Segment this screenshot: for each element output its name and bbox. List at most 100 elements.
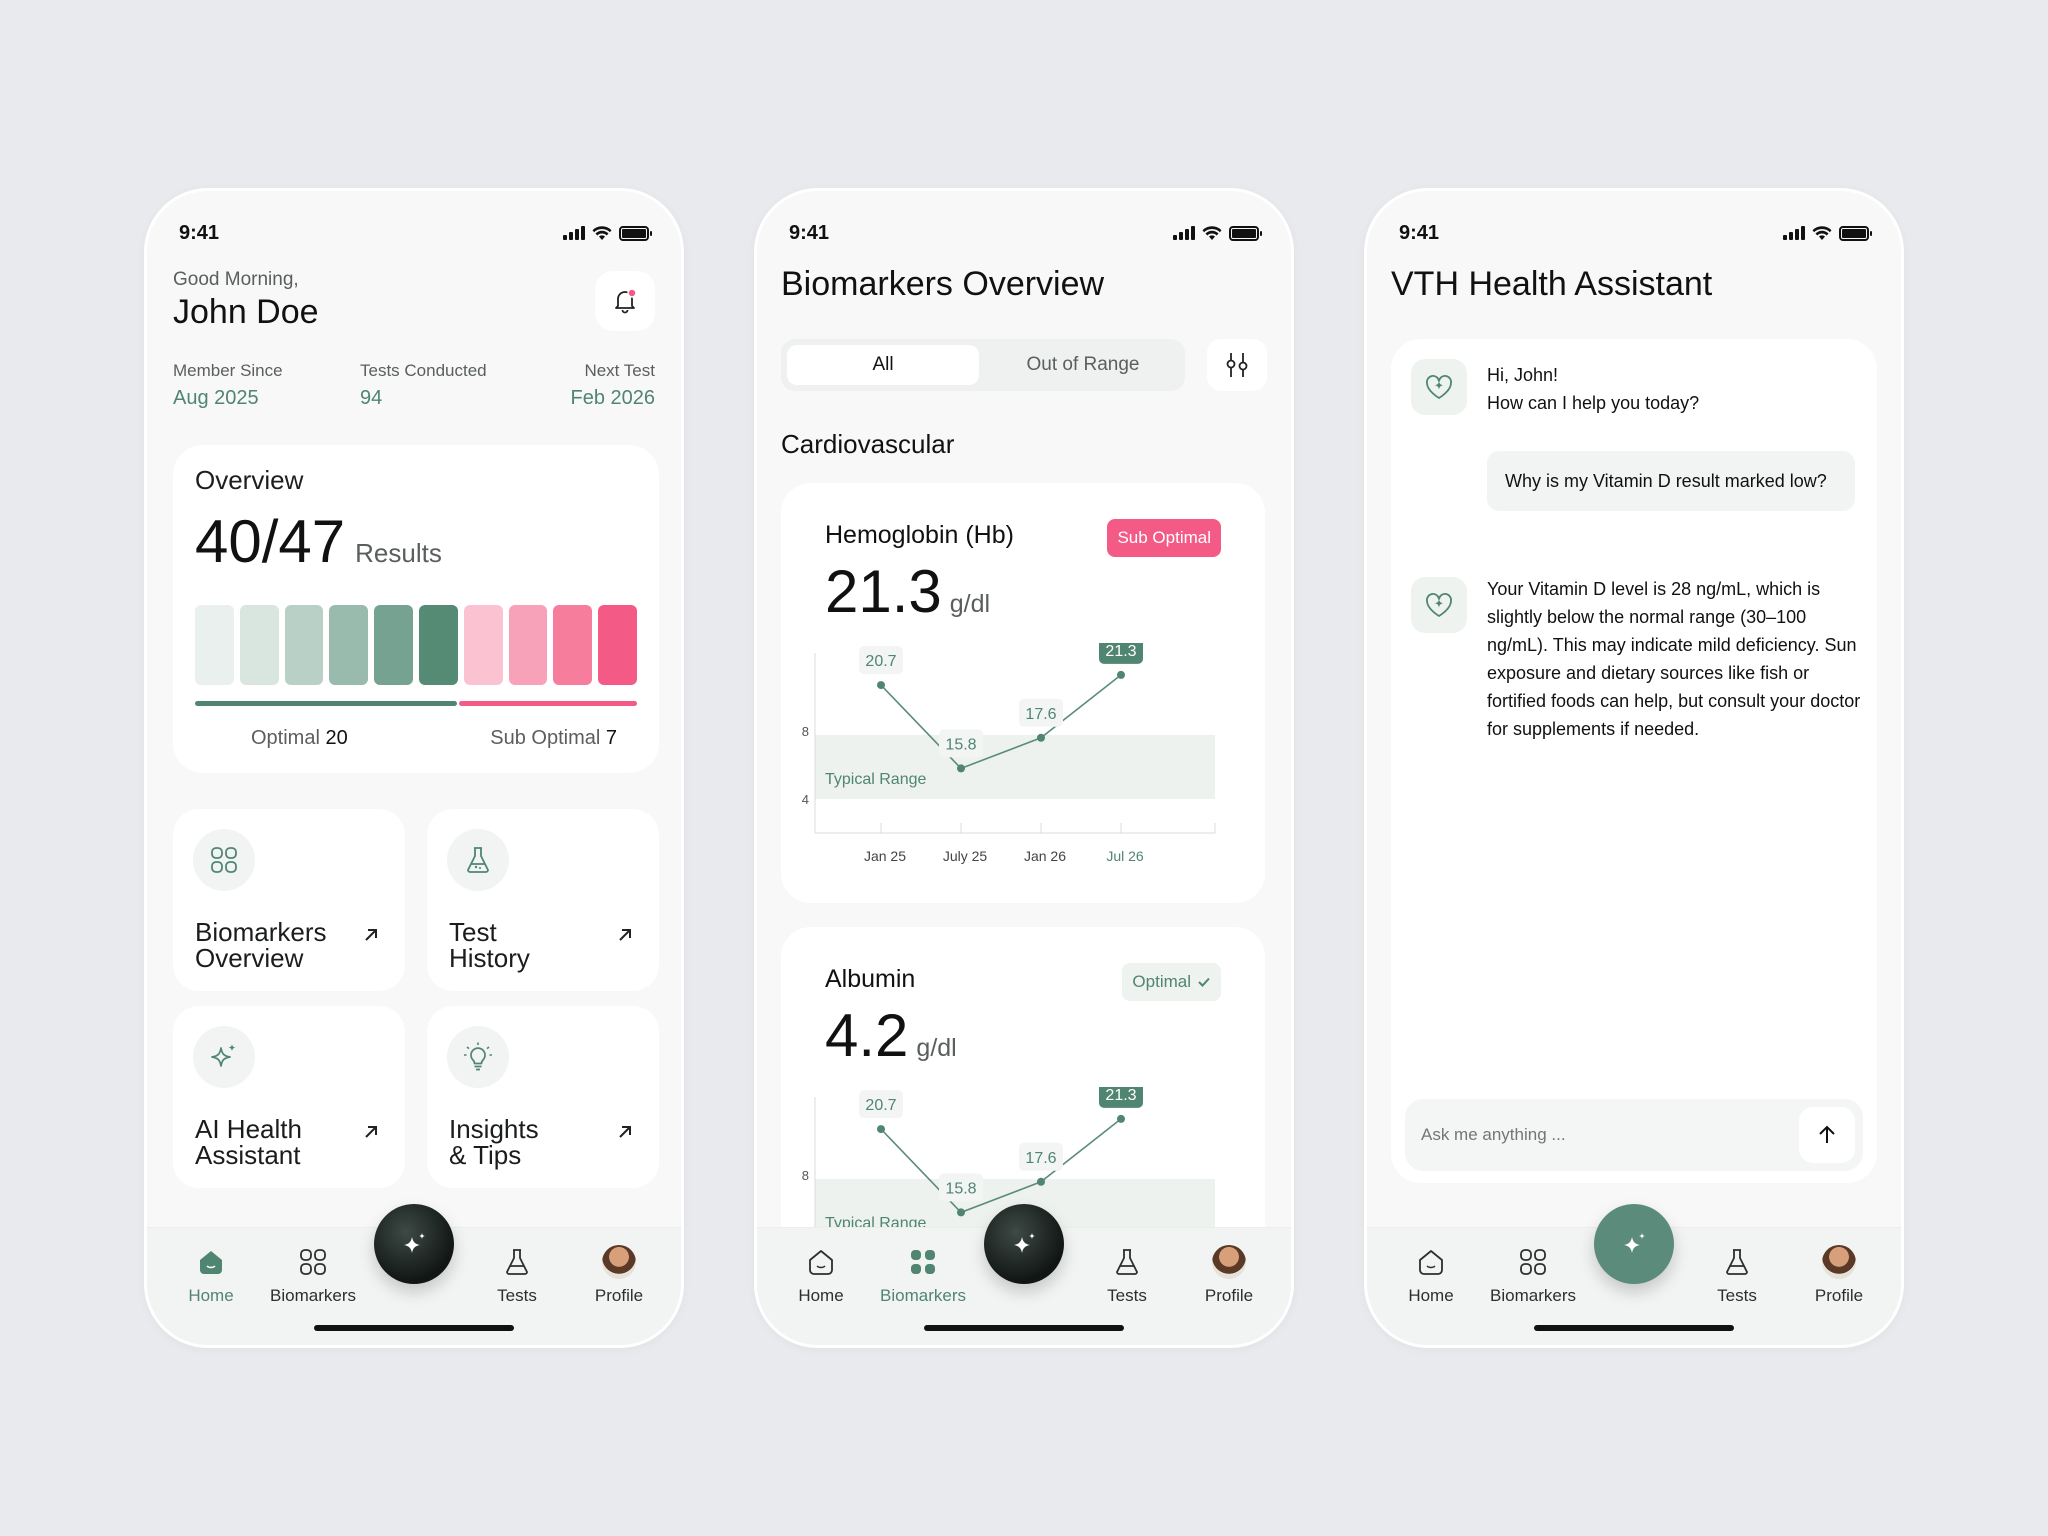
bell-icon — [615, 288, 637, 314]
sub-optimal-line — [459, 701, 637, 706]
arrow-up-right-icon — [619, 1126, 631, 1138]
optimal-legend: Optimal 20 — [251, 727, 348, 750]
result-bar — [284, 605, 324, 685]
nav-label: Profile — [1204, 1286, 1254, 1305]
result-bar — [419, 605, 458, 685]
tile-biomarkers-overview[interactable]: Biomarkers Overview — [173, 809, 405, 991]
lightbulb-icon — [464, 1042, 492, 1071]
data-point — [957, 1208, 965, 1217]
optimal-label: Optimal — [251, 727, 320, 749]
stat-label: Tests Conducted — [360, 361, 487, 380]
nav-label: Tests — [497, 1286, 537, 1305]
biomarker-name: Albumin — [825, 965, 916, 993]
data-label: 15.8 — [945, 736, 976, 753]
home-icon — [200, 1251, 222, 1274]
grid-icon — [211, 847, 237, 873]
data-label: 17.6 — [1025, 706, 1056, 723]
avatar — [1822, 1245, 1856, 1279]
sub-optimal-legend: Sub Optimal 7 — [490, 727, 617, 750]
trend-chart-svg: 18 14 Typical Range Jan 25 July 25 Jan 26 Jul … — [795, 635, 1216, 864]
nav-tests[interactable]: Tests — [1687, 1244, 1787, 1306]
grid-icon — [911, 1250, 935, 1274]
signal-icon — [563, 226, 585, 240]
optimal-count: 20 — [325, 727, 348, 749]
chat-input-bar — [1405, 1099, 1863, 1171]
optimal-line — [195, 701, 457, 706]
page-title: Biomarkers Overview — [781, 265, 1105, 303]
status-badge-label: Optimal — [1132, 972, 1191, 991]
home-indicator — [1534, 1325, 1734, 1331]
ai-assistant-button[interactable] — [984, 1204, 1064, 1284]
avatar — [602, 1245, 636, 1279]
bottom-nav: Home Biomarkers Tests Profile — [757, 1204, 1291, 1345]
nav-profile[interactable]: Profile — [1789, 1244, 1889, 1306]
nav-biomarkers[interactable]: Biomarkers — [1483, 1244, 1583, 1306]
battery-icon — [1839, 225, 1872, 241]
nav-tests[interactable]: Tests — [1077, 1244, 1177, 1306]
typical-range-label: Typical Range — [825, 771, 926, 788]
nav-label: Biomarkers — [880, 1286, 966, 1305]
tile-insights-tips[interactable]: Insights & Tips — [427, 1006, 659, 1188]
result-bar — [374, 605, 413, 685]
tile-icon-circle — [193, 829, 255, 891]
greeting-line: Hi, John! — [1487, 365, 1559, 385]
nav-home[interactable]: Home — [161, 1244, 261, 1306]
chat-panel: Hi, John! How can I help you today? Why … — [1391, 339, 1877, 1183]
filter-tabs: All Out of Range — [781, 339, 1185, 391]
sliders-icon — [1226, 353, 1248, 377]
nav-home[interactable]: Home — [1381, 1244, 1481, 1306]
ai-assistant-button[interactable] — [1594, 1204, 1674, 1284]
filter-button[interactable] — [1207, 339, 1267, 391]
send-button[interactable] — [1799, 1107, 1855, 1163]
biomarker-card[interactable]: Hemoglobin (Hb) Sub Optimal 21.3 g/dl 18… — [781, 483, 1265, 903]
result-bar — [598, 605, 637, 685]
tile-ai-health-assistant[interactable]: AI Health Assistant — [173, 1006, 405, 1188]
nav-label: Profile — [594, 1286, 644, 1305]
data-label: 20.7 — [865, 1097, 896, 1114]
biomarker-unit: g/dl — [949, 590, 991, 618]
data-point — [1117, 1114, 1125, 1123]
tile-label-line2: History — [449, 943, 530, 973]
typical-range-band — [815, 735, 1215, 799]
tile-label: Insights & Tips — [449, 1116, 599, 1168]
result-bar — [463, 605, 503, 685]
nav-label: Tests — [1107, 1286, 1147, 1305]
wifi-icon — [1202, 225, 1222, 240]
tile-label: Biomarkers Overview — [195, 919, 345, 971]
tile-icon-circle — [193, 1026, 255, 1088]
chat-input[interactable] — [1421, 1099, 1781, 1171]
flask-icon — [1116, 1249, 1138, 1275]
wifi-icon — [1812, 225, 1832, 240]
nav-profile[interactable]: Profile — [1179, 1244, 1279, 1306]
tile-label: AI Health Assistant — [195, 1116, 345, 1168]
sparkle-icon — [211, 1044, 236, 1067]
notification-button[interactable] — [595, 271, 655, 331]
ai-assistant-button[interactable] — [374, 1204, 454, 1284]
result-bar — [329, 605, 369, 685]
tab-all[interactable]: All — [787, 345, 979, 385]
wifi-icon — [592, 225, 612, 240]
overview-unit: Results — [355, 538, 442, 568]
data-label: 15.8 — [945, 1180, 976, 1197]
tab-out-of-range[interactable]: Out of Range — [987, 345, 1179, 385]
user-name: John Doe — [173, 293, 319, 331]
nav-home[interactable]: Home — [771, 1244, 871, 1306]
status-badge: Optimal — [1122, 963, 1221, 1001]
status-time: 9:41 — [789, 221, 830, 244]
biomarker-name: Hemoglobin (Hb) — [825, 521, 1014, 549]
nav-biomarkers[interactable]: Biomarkers — [873, 1244, 973, 1306]
nav-tests[interactable]: Tests — [467, 1244, 567, 1306]
tile-label-line2: & Tips — [449, 1140, 522, 1170]
data-point — [1037, 733, 1045, 742]
home-indicator — [314, 1325, 514, 1331]
result-bar — [239, 605, 279, 685]
biomarker-value: 21.3 — [825, 558, 942, 625]
result-bar — [508, 605, 548, 685]
flask-icon — [467, 847, 489, 873]
nav-profile[interactable]: Profile — [569, 1244, 669, 1306]
status-bar: 9:41 — [179, 215, 652, 251]
nav-biomarkers[interactable]: Biomarkers — [263, 1244, 363, 1306]
grid-icon — [300, 1249, 326, 1275]
overview-card[interactable]: Overview 40/47 Results Optimal 20 Sub Op… — [173, 445, 659, 773]
tile-test-history[interactable]: Test History — [427, 809, 659, 991]
